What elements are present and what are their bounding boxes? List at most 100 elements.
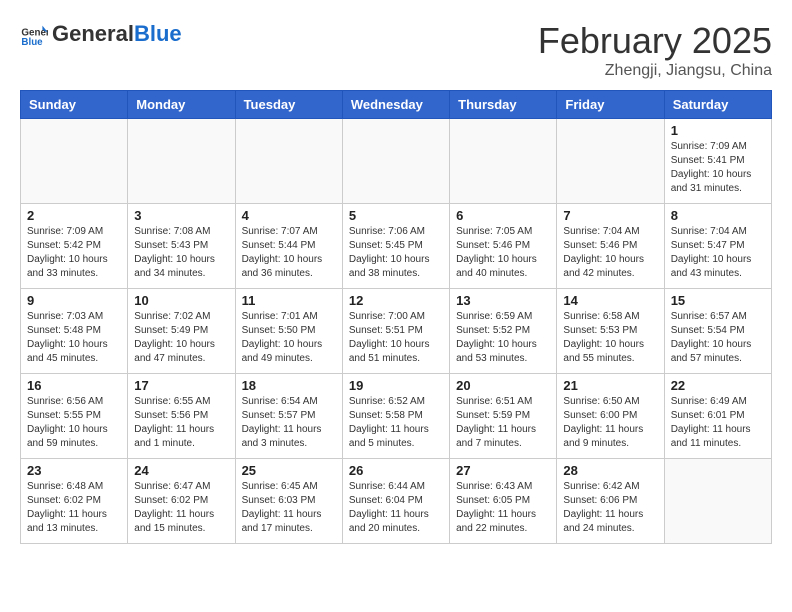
day-cell: 12 Sunrise: 7:00 AM Sunset: 5:51 PM Dayli… — [342, 289, 449, 374]
day-cell: 13Sunrise: 6:59 AM Sunset: 5:52 PM Dayli… — [450, 289, 557, 374]
day-cell: 9 Sunrise: 7:03 AM Sunset: 5:48 PM Daylig… — [21, 289, 128, 374]
day-info: Sunrise: 6:42 AM Sunset: 6:06 PM Dayligh… — [563, 480, 657, 536]
day-number: 15 — [671, 293, 765, 308]
page-header: General Blue GeneralBlue February 2025 Z… — [20, 20, 772, 80]
day-cell — [557, 119, 664, 204]
day-cell: 7 Sunrise: 7:04 AM Sunset: 5:46 PM Daylig… — [557, 204, 664, 289]
location-subtitle: Zhengji, Jiangsu, China — [538, 62, 772, 80]
day-info: Sunrise: 6:47 AM Sunset: 6:02 PM Dayligh… — [134, 480, 228, 536]
day-number: 5 — [349, 208, 443, 223]
day-cell: 25 Sunrise: 6:45 AM Sunset: 6:03 PM Dayli… — [235, 459, 342, 544]
day-info: Sunrise: 6:49 AM Sunset: 6:01 PM Dayligh… — [671, 395, 765, 451]
day-number: 23 — [27, 463, 121, 478]
day-info: Sunrise: 7:07 AM Sunset: 5:44 PM Dayligh… — [242, 225, 336, 281]
weekday-header-tuesday: Tuesday — [235, 91, 342, 119]
day-cell — [664, 459, 771, 544]
day-info: Sunrise: 7:01 AM Sunset: 5:50 PM Dayligh… — [242, 310, 336, 366]
weekday-header-wednesday: Wednesday — [342, 91, 449, 119]
day-info: Sunrise: 6:48 AM Sunset: 6:02 PM Dayligh… — [27, 480, 121, 536]
day-number: 8 — [671, 208, 765, 223]
day-cell: 4 Sunrise: 7:07 AM Sunset: 5:44 PM Daylig… — [235, 204, 342, 289]
day-cell: 15 Sunrise: 6:57 AM Sunset: 5:54 PM Dayli… — [664, 289, 771, 374]
day-number: 3 — [134, 208, 228, 223]
day-number: 28 — [563, 463, 657, 478]
day-number: 20 — [456, 378, 550, 393]
day-info: Sunrise: 6:57 AM Sunset: 5:54 PM Dayligh… — [671, 310, 765, 366]
day-number: 11 — [242, 293, 336, 308]
day-cell: 19Sunrise: 6:52 AM Sunset: 5:58 PM Dayli… — [342, 374, 449, 459]
day-info: Sunrise: 7:09 AM Sunset: 5:41 PM Dayligh… — [671, 140, 765, 196]
day-cell: 26 Sunrise: 6:44 AM Sunset: 6:04 PM Dayli… — [342, 459, 449, 544]
day-cell: 23 Sunrise: 6:48 AM Sunset: 6:02 PM Dayli… — [21, 459, 128, 544]
day-info: Sunrise: 6:52 AM Sunset: 5:58 PM Dayligh… — [349, 395, 443, 451]
day-info: Sunrise: 6:55 AM Sunset: 5:56 PM Dayligh… — [134, 395, 228, 451]
day-cell: 17 Sunrise: 6:55 AM Sunset: 5:56 PM Dayli… — [128, 374, 235, 459]
day-info: Sunrise: 7:04 AM Sunset: 5:47 PM Dayligh… — [671, 225, 765, 281]
day-cell: 1Sunrise: 7:09 AM Sunset: 5:41 PM Daylig… — [664, 119, 771, 204]
day-info: Sunrise: 6:59 AM Sunset: 5:52 PM Dayligh… — [456, 310, 550, 366]
day-info: Sunrise: 6:58 AM Sunset: 5:53 PM Dayligh… — [563, 310, 657, 366]
day-number: 26 — [349, 463, 443, 478]
day-info: Sunrise: 6:43 AM Sunset: 6:05 PM Dayligh… — [456, 480, 550, 536]
day-cell: 20 Sunrise: 6:51 AM Sunset: 5:59 PM Dayli… — [450, 374, 557, 459]
day-number: 6 — [456, 208, 550, 223]
day-number: 25 — [242, 463, 336, 478]
week-row-2: 2 Sunrise: 7:09 AM Sunset: 5:42 PM Daylig… — [21, 204, 772, 289]
week-row-3: 9 Sunrise: 7:03 AM Sunset: 5:48 PM Daylig… — [21, 289, 772, 374]
day-number: 18 — [242, 378, 336, 393]
day-info: Sunrise: 7:00 AM Sunset: 5:51 PM Dayligh… — [349, 310, 443, 366]
day-number: 24 — [134, 463, 228, 478]
day-number: 2 — [27, 208, 121, 223]
day-cell: 2 Sunrise: 7:09 AM Sunset: 5:42 PM Daylig… — [21, 204, 128, 289]
month-title: February 2025 — [538, 20, 772, 62]
day-info: Sunrise: 6:44 AM Sunset: 6:04 PM Dayligh… — [349, 480, 443, 536]
day-number: 27 — [456, 463, 550, 478]
day-cell: 27 Sunrise: 6:43 AM Sunset: 6:05 PM Dayli… — [450, 459, 557, 544]
day-number: 10 — [134, 293, 228, 308]
weekday-header-thursday: Thursday — [450, 91, 557, 119]
title-block: February 2025 Zhengji, Jiangsu, China — [538, 20, 772, 80]
weekday-header-saturday: Saturday — [664, 91, 771, 119]
day-info: Sunrise: 7:06 AM Sunset: 5:45 PM Dayligh… — [349, 225, 443, 281]
weekday-header-friday: Friday — [557, 91, 664, 119]
week-row-1: 1Sunrise: 7:09 AM Sunset: 5:41 PM Daylig… — [21, 119, 772, 204]
day-number: 16 — [27, 378, 121, 393]
day-number: 4 — [242, 208, 336, 223]
day-cell: 14Sunrise: 6:58 AM Sunset: 5:53 PM Dayli… — [557, 289, 664, 374]
day-cell: 16Sunrise: 6:56 AM Sunset: 5:55 PM Dayli… — [21, 374, 128, 459]
weekday-header-row: SundayMondayTuesdayWednesdayThursdayFrid… — [21, 91, 772, 119]
day-cell: 8 Sunrise: 7:04 AM Sunset: 5:47 PM Daylig… — [664, 204, 771, 289]
day-info: Sunrise: 6:45 AM Sunset: 6:03 PM Dayligh… — [242, 480, 336, 536]
day-cell: 28 Sunrise: 6:42 AM Sunset: 6:06 PM Dayli… — [557, 459, 664, 544]
day-cell: 5 Sunrise: 7:06 AM Sunset: 5:45 PM Daylig… — [342, 204, 449, 289]
day-cell: 22 Sunrise: 6:49 AM Sunset: 6:01 PM Dayli… — [664, 374, 771, 459]
day-cell — [235, 119, 342, 204]
day-number: 9 — [27, 293, 121, 308]
week-row-4: 16Sunrise: 6:56 AM Sunset: 5:55 PM Dayli… — [21, 374, 772, 459]
week-row-5: 23 Sunrise: 6:48 AM Sunset: 6:02 PM Dayli… — [21, 459, 772, 544]
day-info: Sunrise: 6:51 AM Sunset: 5:59 PM Dayligh… — [456, 395, 550, 451]
day-cell: 6 Sunrise: 7:05 AM Sunset: 5:46 PM Daylig… — [450, 204, 557, 289]
day-number: 22 — [671, 378, 765, 393]
day-info: Sunrise: 7:08 AM Sunset: 5:43 PM Dayligh… — [134, 225, 228, 281]
logo: General Blue GeneralBlue — [20, 20, 182, 48]
day-number: 7 — [563, 208, 657, 223]
day-cell: 10 Sunrise: 7:02 AM Sunset: 5:49 PM Dayli… — [128, 289, 235, 374]
svg-text:Blue: Blue — [21, 37, 43, 48]
day-cell — [21, 119, 128, 204]
day-info: Sunrise: 7:04 AM Sunset: 5:46 PM Dayligh… — [563, 225, 657, 281]
day-info: Sunrise: 7:03 AM Sunset: 5:48 PM Dayligh… — [27, 310, 121, 366]
day-cell — [128, 119, 235, 204]
day-cell — [450, 119, 557, 204]
day-info: Sunrise: 7:05 AM Sunset: 5:46 PM Dayligh… — [456, 225, 550, 281]
day-number: 21 — [563, 378, 657, 393]
weekday-header-monday: Monday — [128, 91, 235, 119]
day-cell: 3 Sunrise: 7:08 AM Sunset: 5:43 PM Daylig… — [128, 204, 235, 289]
day-number: 12 — [349, 293, 443, 308]
day-info: Sunrise: 7:09 AM Sunset: 5:42 PM Dayligh… — [27, 225, 121, 281]
day-number: 17 — [134, 378, 228, 393]
day-info: Sunrise: 7:02 AM Sunset: 5:49 PM Dayligh… — [134, 310, 228, 366]
day-info: Sunrise: 6:54 AM Sunset: 5:57 PM Dayligh… — [242, 395, 336, 451]
day-cell: 18 Sunrise: 6:54 AM Sunset: 5:57 PM Dayli… — [235, 374, 342, 459]
day-cell: 21Sunrise: 6:50 AM Sunset: 6:00 PM Dayli… — [557, 374, 664, 459]
